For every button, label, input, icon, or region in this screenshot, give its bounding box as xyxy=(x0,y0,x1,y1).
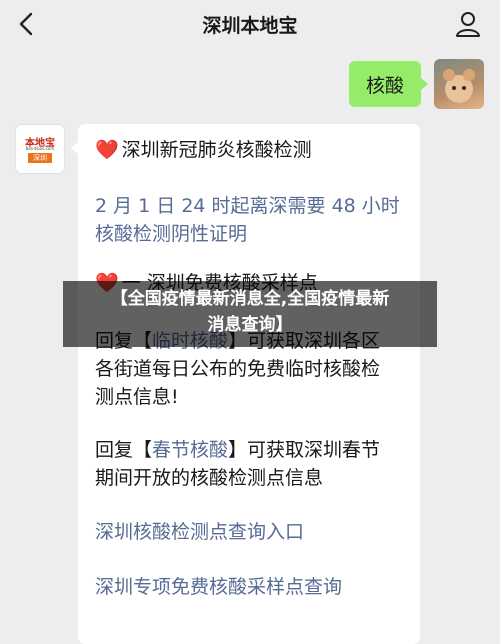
notice-line-2: 核酸检测阴性证明 xyxy=(95,223,248,245)
chat-title: 深圳本地宝 xyxy=(202,15,298,37)
user-avatar[interactable] xyxy=(434,59,484,109)
reply-instruction-2-line-2: 期间开放的核酸检测点信息 xyxy=(95,467,324,489)
person-icon[interactable] xyxy=(454,10,482,38)
overlay-title: 【全国疫情最新消息全,全国疫情最新 消息查询】 xyxy=(110,289,390,335)
incoming-message-bubble: ❤️ 深圳新冠肺炎核酸检测 2 月 1 日 24 时起离深需要 48 小时 核酸检… xyxy=(71,124,420,644)
cartoon-avatar-image xyxy=(443,69,475,103)
reply-instruction-1-line-3: 测点信息! xyxy=(95,386,179,408)
reply-instruction-2: 回复【春节核酸】可获取深圳春节 xyxy=(95,439,381,461)
heart-icon: ❤️ xyxy=(95,139,119,161)
outgoing-message-bubble[interactable]: 核酸 xyxy=(349,61,428,107)
message-heading: ❤️ 深圳新冠肺炎核酸检测 xyxy=(95,139,312,161)
article-title-overlay: 【全国疫情最新消息全,全国疫情最新 消息查询】 xyxy=(63,281,437,347)
avatar-city-badge: 深圳 xyxy=(28,153,52,163)
testing-site-query-link[interactable]: 深圳核酸检测点查询入口 xyxy=(95,518,304,546)
free-sampling-site-query-link[interactable]: 深圳专项免费核酸采样点查询 xyxy=(95,573,342,601)
outgoing-message-text: 核酸 xyxy=(365,74,404,97)
avatar-logo-domain: Bendibao.com xyxy=(25,146,55,151)
reply-instruction-1-line-2: 各街道每日公布的免费临时核酸检 xyxy=(95,358,381,380)
official-account-avatar[interactable]: 本地宝 Bendibao.com 深圳 xyxy=(15,124,65,174)
keyword-link-spring-festival[interactable]: 春节核酸 xyxy=(152,439,228,461)
notice-line-1: 2 月 1 日 24 时起离深需要 48 小时 xyxy=(95,195,400,217)
top-nav-bar: 深圳本地宝 xyxy=(0,0,500,50)
